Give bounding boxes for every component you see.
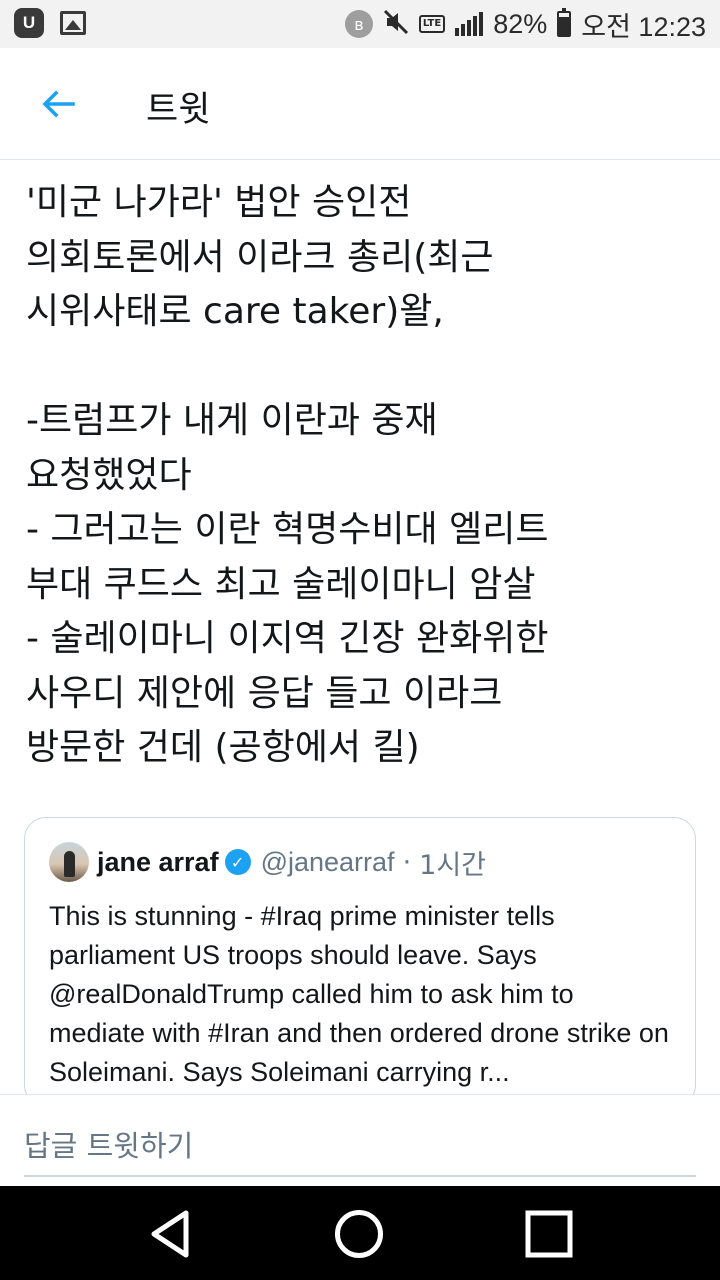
- page-title: 트윗: [146, 90, 211, 130]
- battery-percent: 82%: [493, 8, 548, 39]
- back-button[interactable]: [36, 82, 80, 126]
- app-header: 트윗: [0, 48, 720, 160]
- bluetooth-icon: ʙ: [344, 10, 373, 38]
- quoted-tweet-card[interactable]: jane arraf ✓ @janearraf · 1시간 This is st…: [24, 817, 696, 1107]
- arrow-left-icon: [42, 90, 75, 118]
- gallery-notification-icon: [60, 11, 86, 35]
- nav-recents-button[interactable]: [521, 1206, 577, 1262]
- quoted-author-handle: @janearraf: [260, 846, 395, 877]
- verified-badge-icon: ✓: [224, 849, 251, 875]
- separator-dot: ·: [402, 846, 412, 878]
- navigation-bar: [0, 1186, 720, 1280]
- reply-input[interactable]: 답글 트윗하기: [24, 1111, 696, 1177]
- battery-icon: [557, 8, 572, 37]
- reply-bar: 답글 트윗하기: [0, 1094, 720, 1186]
- circle-home-icon: [335, 1210, 383, 1258]
- square-recents-icon: [525, 1210, 573, 1258]
- tweet-text: '미군 나가라' 법안 승인전 의회토론에서 이라크 총리(최근 시위사태로 c…: [26, 182, 549, 768]
- triangle-back-icon: [151, 1210, 189, 1258]
- u-app-icon: U: [14, 8, 44, 38]
- quoted-tweet-text: This is stunning - #Iraq prime minister …: [49, 901, 669, 1087]
- signal-strength-icon: [455, 12, 484, 36]
- quoted-author-name: jane arraf: [97, 846, 219, 877]
- quoted-tweet-time: 1시간: [419, 849, 487, 881]
- mute-icon: [383, 9, 409, 39]
- status-time: 오전 12:23: [581, 11, 706, 42]
- nav-home-button[interactable]: [331, 1206, 387, 1262]
- avatar: [49, 842, 89, 882]
- lte-indicator: LTE: [418, 15, 446, 33]
- quoted-tweet-header: jane arraf ✓ @janearraf · 1시간: [49, 842, 486, 882]
- nav-back-button[interactable]: [142, 1206, 198, 1262]
- status-bar: U ʙ LTE 82% 오전 12:23: [0, 0, 720, 48]
